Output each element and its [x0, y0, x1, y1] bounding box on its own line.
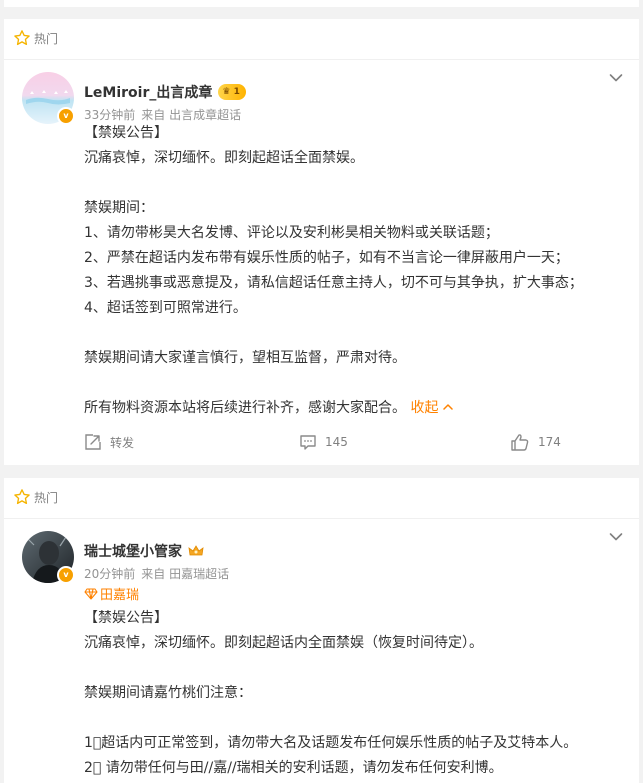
- post-meta: 20分钟前 来自 田嘉瑞超话: [84, 565, 229, 582]
- repost-button[interactable]: 转发: [84, 431, 134, 453]
- super-topic-tag[interactable]: 田嘉瑞: [84, 584, 139, 603]
- divider: [4, 518, 639, 519]
- collapse-button[interactable]: 收起: [410, 400, 453, 416]
- chevron-down-icon[interactable]: [609, 532, 623, 542]
- hot-label: 热门: [34, 31, 59, 46]
- content-line: 沉痛哀悼，深切缅怀。即刻起超话全面禁娱。: [84, 150, 364, 166]
- username[interactable]: 瑞士城堡小管家: [84, 541, 182, 561]
- verified-badge: v: [57, 107, 75, 125]
- crown-icon: ♛: [222, 87, 231, 97]
- content-line: 4、超话签到可照常进行。: [84, 300, 247, 316]
- comment-icon: [300, 435, 316, 450]
- hot-label-row: 热门: [13, 30, 58, 46]
- avatar[interactable]: v: [22, 531, 75, 584]
- username-row: LeMiroir_出言成章 ♛ 1: [84, 82, 246, 102]
- weibo-post-card: 热门 v LeMiroir_出言成章 ♛ 1 33分钟前 来自 出言成章超话 【…: [4, 19, 639, 465]
- super-topic-level-badge: ♛ 1: [218, 84, 246, 100]
- star-icon: [14, 30, 30, 46]
- hot-label-row: 热门: [13, 489, 58, 505]
- gem-icon: [84, 587, 98, 600]
- hot-label: 热门: [34, 490, 59, 505]
- content-line: [84, 706, 619, 731]
- like-count: 174: [538, 435, 561, 449]
- username-row: 瑞士城堡小管家: [84, 541, 204, 561]
- content-line: 2、严禁在超话内发布带有娱乐性质的帖子，如有不当言论一律屏蔽用户一天；: [84, 250, 569, 266]
- content-line: 沉痛哀悼，深切缅怀。即刻起超话内全面禁娱（恢复时间待定）。: [84, 635, 483, 651]
- content-line: [84, 371, 619, 396]
- username[interactable]: LeMiroir_出言成章: [84, 82, 212, 102]
- content-line: 3、若遇挑事或恶意提及，请私信超话任意主持人，切不可与其争执，扩大事态；: [84, 275, 583, 291]
- repost-icon: [85, 434, 101, 450]
- repost-label: 转发: [110, 435, 135, 450]
- content-line: 1⃣超话内可正常签到，请勿带大名及话题发布任何娱乐性质的帖子及艾特本人。: [84, 735, 578, 751]
- content-line: 禁娱期间请嘉竹桃们注意：: [84, 685, 252, 701]
- content-line: [84, 171, 619, 196]
- chevron-up-icon: [443, 404, 453, 410]
- comment-count: 145: [325, 435, 348, 449]
- member-crown-icon: [188, 545, 204, 556]
- post-content: 【禁娱公告】 沉痛哀悼，深切缅怀。即刻起超话内全面禁娱（恢复时间待定）。 禁娱期…: [84, 606, 619, 781]
- content-line: [84, 321, 619, 346]
- content-line: 2⃣ 请勿带任何与田//嘉//瑞相关的安利话题，请勿发布任何安利博。: [84, 760, 503, 776]
- avatar[interactable]: v: [22, 72, 75, 125]
- post-source[interactable]: 来自 田嘉瑞超话: [141, 565, 229, 582]
- content-line: 禁娱期间：: [84, 200, 154, 216]
- divider: [4, 59, 639, 60]
- topic-label: 田嘉瑞: [100, 588, 140, 603]
- like-button[interactable]: 174: [510, 431, 561, 453]
- post-actions: 转发 145 174: [4, 431, 639, 453]
- content-line-last: 所有物料资源本站将后续进行补齐，感谢大家配合。 收起: [84, 396, 619, 421]
- post-time[interactable]: 20分钟前: [84, 565, 135, 582]
- content-line: 【禁娱公告】: [84, 125, 168, 141]
- content-line: 禁娱期间请大家谨言慎行，望相互监督，严肃对待。: [84, 350, 406, 366]
- thumbs-up-icon: [511, 434, 529, 451]
- post-content: 【禁娱公告】 沉痛哀悼，深切缅怀。即刻起超话全面禁娱。 禁娱期间： 1、请勿带彬…: [84, 121, 619, 421]
- content-line: 1、请勿带彬昊大名发博、评论以及安利彬昊相关物料或关联话题；: [84, 225, 499, 241]
- content-line: [84, 656, 619, 681]
- chevron-down-icon[interactable]: [609, 73, 623, 83]
- content-line: 【禁娱公告】: [84, 610, 168, 626]
- verified-badge: v: [57, 566, 75, 584]
- star-icon: [14, 489, 30, 505]
- previous-card-bottom: [4, 0, 639, 7]
- weibo-post-card: 热门 v 瑞士城堡小管家 20分钟前 来自 田嘉瑞超话 田嘉瑞 【禁娱公告】 沉…: [4, 478, 639, 783]
- comment-button[interactable]: 145: [299, 431, 348, 453]
